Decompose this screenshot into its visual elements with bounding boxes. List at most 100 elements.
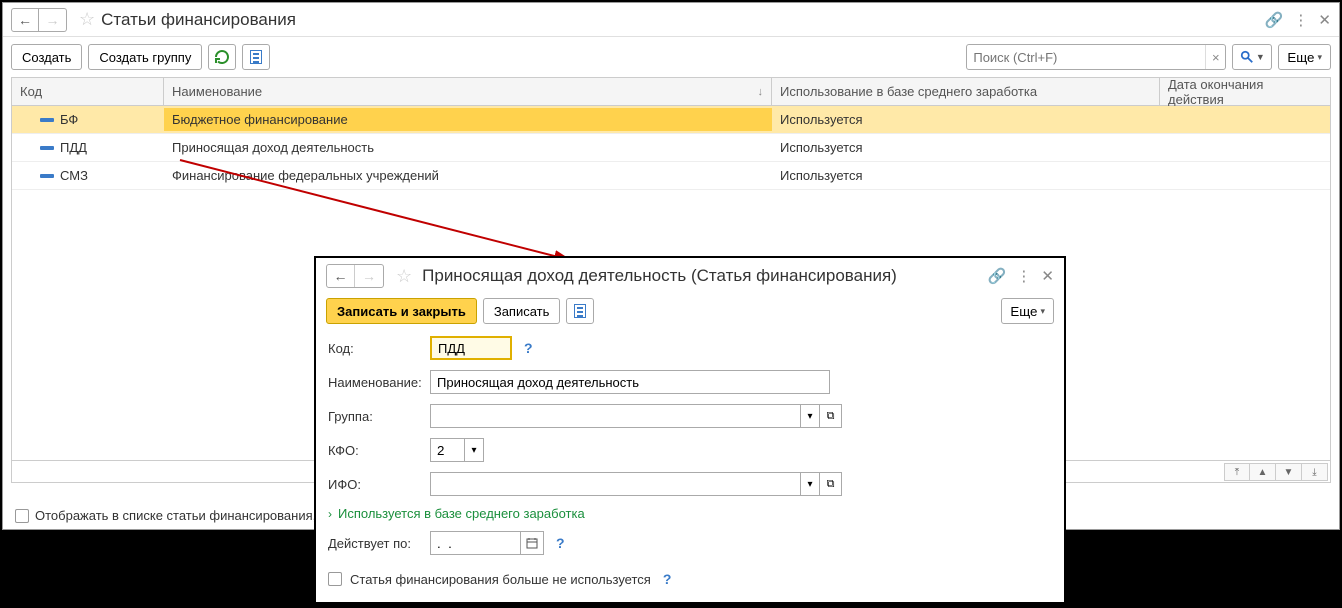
- name-label: Наименование:: [328, 375, 422, 390]
- search-clear-button[interactable]: ×: [1205, 45, 1225, 69]
- kebab-icon[interactable]: ⋮: [1016, 267, 1031, 285]
- refresh-button[interactable]: [208, 44, 236, 70]
- kebab-icon[interactable]: ⋮: [1293, 11, 1308, 29]
- dialog-nav: ← →: [326, 264, 384, 288]
- ifo-dropdown-button[interactable]: ▾: [800, 472, 820, 496]
- page-title: Статьи финансирования: [101, 10, 1265, 30]
- dialog-title: Приносящая доход деятельность (Статья фи…: [422, 266, 988, 286]
- table-row[interactable]: СМЗФинансирование федеральных учреждений…: [12, 162, 1330, 190]
- cell-name: Приносящая доход деятельность: [164, 136, 772, 159]
- kfo-input[interactable]: [430, 438, 464, 462]
- kfo-combo: ▾: [430, 438, 484, 462]
- close-icon[interactable]: ✕: [1041, 267, 1054, 285]
- row-ifo: ИФО: ▾ ⧉: [328, 472, 1052, 496]
- calendar-button[interactable]: [520, 531, 544, 555]
- footer-row: Отображать в списке статьи финансировани…: [3, 502, 328, 529]
- collapse-avg-earnings[interactable]: › Используется в базе среднего заработка: [328, 506, 1052, 521]
- row-name: Наименование:: [328, 370, 1052, 394]
- collapse-label: Используется в базе среднего заработка: [338, 506, 585, 521]
- not-used-label: Статья финансирования больше не использу…: [350, 572, 651, 587]
- search-button[interactable]: ▼: [1232, 44, 1272, 70]
- dialog-window: ← → ☆ Приносящая доход деятельность (Ста…: [314, 256, 1066, 604]
- valid-to-input[interactable]: [430, 531, 520, 555]
- help-icon[interactable]: ?: [663, 571, 672, 587]
- refresh-icon: [214, 49, 230, 65]
- more-button[interactable]: Еще ▾: [1001, 298, 1054, 324]
- ifo-label: ИФО:: [328, 477, 422, 492]
- more-button[interactable]: Еще ▾: [1278, 44, 1331, 70]
- titlebar: ← → ☆ Статьи финансирования 🔗 ⋮ ✕: [3, 3, 1339, 37]
- group-dropdown-button[interactable]: ▾: [800, 404, 820, 428]
- cell-use: Используется: [772, 136, 1160, 159]
- dialog-titlebar: ← → ☆ Приносящая доход деятельность (Ста…: [316, 258, 1064, 294]
- valid-to-label: Действует по:: [328, 536, 422, 551]
- table-row[interactable]: БФБюджетное финансированиеИспользуется: [12, 106, 1330, 134]
- column-header-name[interactable]: Наименование ↓: [164, 78, 772, 105]
- help-icon[interactable]: ?: [556, 535, 565, 551]
- back-button[interactable]: ←: [11, 8, 39, 32]
- link-icon[interactable]: 🔗: [1265, 11, 1284, 29]
- table-row[interactable]: ПДДПриносящая доход деятельностьИспользу…: [12, 134, 1330, 162]
- link-icon[interactable]: 🔗: [988, 267, 1007, 285]
- chevron-right-icon: ›: [328, 507, 332, 521]
- chevron-down-icon: ▼: [1256, 52, 1265, 62]
- page-down-button[interactable]: ▼: [1276, 463, 1302, 481]
- nav-buttons: ← →: [11, 8, 67, 32]
- page-last-button[interactable]: ⤓: [1302, 463, 1328, 481]
- cell-date: [1160, 144, 1330, 152]
- dialog-toolbar: Записать и закрыть Записать Еще ▾: [316, 294, 1064, 332]
- close-icon[interactable]: ✕: [1318, 11, 1331, 29]
- ifo-input[interactable]: [430, 472, 800, 496]
- cell-use: Используется: [772, 108, 1160, 131]
- save-close-button[interactable]: Записать и закрыть: [326, 298, 477, 324]
- group-input[interactable]: [430, 404, 800, 428]
- kfo-label: КФО:: [328, 443, 422, 458]
- list-mode-button[interactable]: [242, 44, 270, 70]
- item-marker-icon: [40, 118, 54, 122]
- forward-button[interactable]: →: [355, 265, 383, 287]
- search-input[interactable]: [967, 48, 1205, 67]
- column-header-date[interactable]: Дата окончания действия: [1160, 78, 1330, 105]
- list-icon: [250, 50, 262, 64]
- forward-button[interactable]: →: [39, 8, 67, 32]
- code-label: Код:: [328, 341, 422, 356]
- more-label: Еще: [1287, 50, 1314, 65]
- column-header-code[interactable]: Код: [12, 78, 164, 105]
- search-box: ×: [966, 44, 1226, 70]
- toolbar: Создать Создать группу × ▼ Еще ▾: [3, 37, 1339, 77]
- row-code: Код: ?: [328, 336, 1052, 360]
- back-button[interactable]: ←: [327, 265, 355, 287]
- group-label: Группа:: [328, 409, 422, 424]
- create-button[interactable]: Создать: [11, 44, 82, 70]
- save-button[interactable]: Записать: [483, 298, 561, 324]
- page-first-button[interactable]: ⤒: [1224, 463, 1250, 481]
- footer-checkbox-label: Отображать в списке статьи финансировани…: [35, 508, 316, 523]
- list-mode-button[interactable]: [566, 298, 594, 324]
- favorite-icon[interactable]: ☆: [79, 9, 95, 30]
- show-all-checkbox[interactable]: [15, 509, 29, 523]
- cell-code: БФ: [12, 108, 164, 131]
- group-combo: ▾ ⧉: [430, 404, 842, 428]
- chevron-down-icon: ▾: [1317, 52, 1322, 63]
- valid-to-date: [430, 531, 544, 555]
- cell-date: [1160, 172, 1330, 180]
- cell-code: ПДД: [12, 136, 164, 159]
- more-label: Еще: [1010, 304, 1037, 319]
- ifo-open-button[interactable]: ⧉: [820, 472, 842, 496]
- titlebar-right: 🔗 ⋮ ✕: [1265, 11, 1331, 29]
- item-marker-icon: [40, 146, 54, 150]
- page-up-button[interactable]: ▲: [1250, 463, 1276, 481]
- row-group: Группа: ▾ ⧉: [328, 404, 1052, 428]
- help-icon[interactable]: ?: [524, 340, 533, 356]
- list-icon: [574, 304, 586, 318]
- code-input[interactable]: [430, 336, 512, 360]
- chevron-down-icon: ▾: [1040, 306, 1045, 317]
- favorite-icon[interactable]: ☆: [396, 266, 412, 287]
- column-header-use[interactable]: Использование в базе среднего заработка: [772, 78, 1160, 105]
- group-open-button[interactable]: ⧉: [820, 404, 842, 428]
- create-group-button[interactable]: Создать группу: [88, 44, 202, 70]
- not-used-checkbox[interactable]: [328, 572, 342, 586]
- cell-date: [1160, 116, 1330, 124]
- kfo-dropdown-button[interactable]: ▾: [464, 438, 484, 462]
- name-input[interactable]: [430, 370, 830, 394]
